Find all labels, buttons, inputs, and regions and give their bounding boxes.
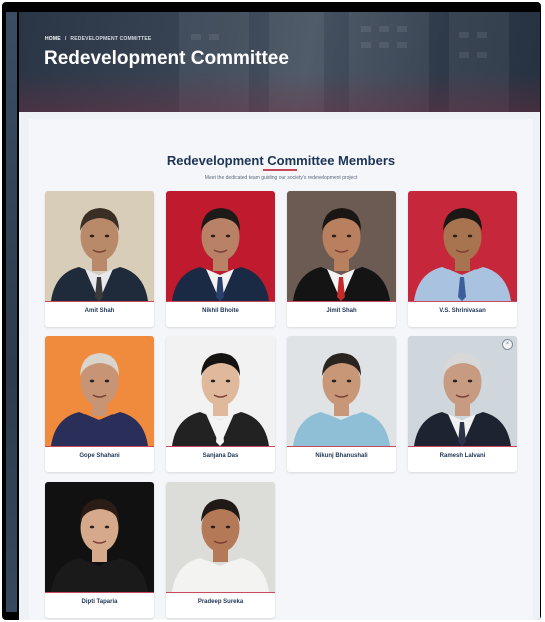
title-divider bbox=[263, 169, 297, 171]
member-name: Nikhil Bhoite bbox=[202, 308, 239, 314]
member-name: Ramesh Lalvani bbox=[439, 453, 486, 459]
section-title: Redevelopment Committee Members bbox=[166, 153, 396, 168]
member-name: Amit Shah bbox=[84, 308, 115, 314]
member-photo bbox=[287, 336, 396, 447]
member-photo bbox=[166, 336, 275, 447]
member-photo bbox=[45, 336, 154, 447]
browser-frame: HOME / REDEVELOPMENT COMMITTEE Redevelopme… bbox=[2, 2, 541, 620]
member-card[interactable]: Sanjana Das bbox=[166, 336, 275, 472]
member-card[interactable]: Dipti Taparia bbox=[45, 482, 154, 618]
section-subtitle: Meet the dedicated team guiding our soci… bbox=[204, 175, 358, 181]
member-photo bbox=[45, 482, 154, 593]
member-photo bbox=[166, 482, 275, 593]
member-card[interactable]: Pradeep Sureka bbox=[166, 482, 275, 618]
breadcrumb-current: REDEVELOPMENT COMMITTEE bbox=[70, 36, 152, 42]
member-photo bbox=[166, 191, 275, 302]
close-icon[interactable]: × bbox=[502, 339, 513, 350]
member-name: Jimit Shah bbox=[326, 308, 357, 314]
member-photo bbox=[408, 336, 517, 447]
member-name: Gope Shahani bbox=[79, 453, 120, 459]
member-card[interactable]: Amit Shah bbox=[45, 191, 154, 327]
background-window-strip bbox=[6, 12, 17, 612]
breadcrumb-home-link[interactable]: HOME bbox=[45, 36, 61, 42]
member-name: Nikunj Bhanushali bbox=[315, 453, 368, 459]
members-section: Redevelopment Committee Members Meet the… bbox=[29, 119, 533, 620]
page-title: Redevelopment Committee bbox=[44, 48, 289, 69]
breadcrumb-separator: / bbox=[64, 36, 67, 42]
member-card[interactable]: Nikhil Bhoite bbox=[166, 191, 275, 327]
member-name: Pradeep Sureka bbox=[197, 599, 244, 605]
member-photo bbox=[408, 191, 517, 302]
breadcrumb: HOME / REDEVELOPMENT COMMITTEE bbox=[45, 36, 151, 42]
member-card[interactable]: Gope Shahani bbox=[45, 336, 154, 472]
page-viewport: HOME / REDEVELOPMENT COMMITTEE Redevelopme… bbox=[19, 12, 540, 620]
member-card[interactable]: Nikunj Bhanushali bbox=[287, 336, 396, 472]
hero-banner: HOME / REDEVELOPMENT COMMITTEE Redevelopme… bbox=[19, 12, 540, 112]
member-name: Sanjana Das bbox=[202, 453, 239, 459]
member-card[interactable]: Ramesh Lalvani × bbox=[408, 336, 517, 472]
member-photo bbox=[45, 191, 154, 302]
member-photo bbox=[287, 191, 396, 302]
member-card[interactable]: Jimit Shah bbox=[287, 191, 396, 327]
member-name: V.S. Shrinivasan bbox=[439, 308, 486, 314]
member-name: Dipti Taparia bbox=[81, 599, 118, 605]
member-card[interactable]: V.S. Shrinivasan bbox=[408, 191, 517, 327]
